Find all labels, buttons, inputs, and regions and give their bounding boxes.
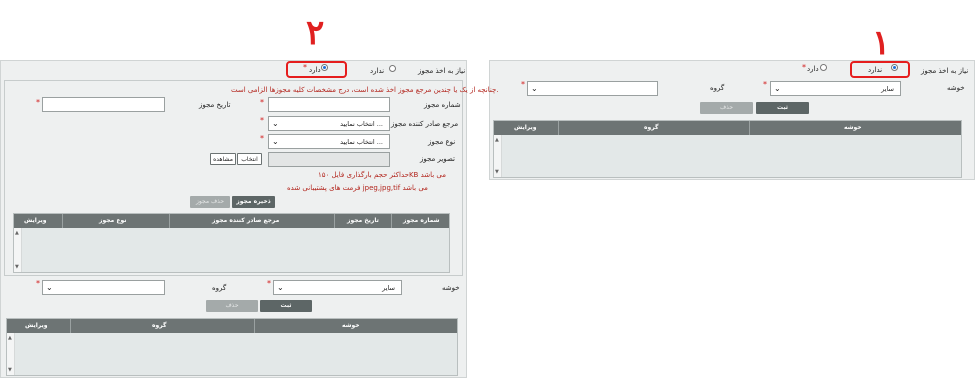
grid-scrollbar[interactable]: ▲ ▼ <box>494 135 502 177</box>
chevron-down-icon: ⌄ <box>272 137 279 146</box>
scroll-down-icon[interactable]: ▼ <box>15 264 19 270</box>
cluster-label: خوشه <box>442 284 460 292</box>
grid-header: خوشه گروه ویرایش <box>7 319 457 333</box>
delete-license-button[interactable]: حذف مجوز <box>190 196 230 208</box>
delete-button[interactable]: حذف <box>206 300 258 312</box>
radio-yes-label: دارد <box>807 65 819 73</box>
group-select[interactable]: ⌄ <box>527 81 658 96</box>
required-star: * <box>36 98 40 107</box>
license-image-path <box>268 152 390 167</box>
delete-button[interactable]: حذف <box>700 102 753 114</box>
grid-header-license-type: نوع مجوز <box>99 217 127 224</box>
cluster-select[interactable]: سایر ⌄ <box>770 81 901 96</box>
grid-header-edit: ویرایش <box>24 217 47 224</box>
group-select[interactable]: ⌄ <box>42 280 165 295</box>
chevron-down-icon: ⌄ <box>277 283 284 292</box>
required-star: * <box>802 63 806 72</box>
chevron-down-icon: ⌄ <box>272 119 279 128</box>
license-note-text: چنانچه از یک یا چندین مرجع مجوز اخذ شده … <box>231 86 499 94</box>
grid-header-cluster: خوشه <box>844 124 862 131</box>
grid-header-group: گروه <box>644 124 659 131</box>
radio-no-label: ندارد <box>370 67 385 75</box>
scroll-up-icon[interactable]: ▲ <box>15 230 19 236</box>
grid-header-license-date: تاریخ مجوز <box>347 217 379 224</box>
radio-has-license[interactable] <box>820 64 827 71</box>
license-question-label: نیاز به اخذ مجوز <box>921 67 969 75</box>
license-type-select[interactable]: انتخاب نمایید ... ⌄ <box>268 134 390 149</box>
grid-header-issuer: مرجع صادر کننده مجوز <box>212 217 280 224</box>
license-type-label: نوع مجوز <box>428 138 456 146</box>
cluster-select-value: سایر <box>881 85 894 93</box>
radio-no-label: ندارد <box>868 66 883 74</box>
grid-header-group: گروه <box>152 322 167 329</box>
license-number-label: شماره مجوز <box>424 101 461 109</box>
chevron-down-icon: ⌄ <box>774 84 781 93</box>
group-label: گروه <box>710 84 725 92</box>
cluster-select[interactable]: سایر ⌄ <box>273 280 402 295</box>
cluster-group-grid: خوشه گروه ویرایش ▲ ▼ <box>6 318 458 376</box>
issuer-select-value: انتخاب نمایید ... <box>340 120 383 128</box>
radio-has-license[interactable] <box>321 64 328 71</box>
license-type-select-value: انتخاب نمایید ... <box>340 138 383 146</box>
required-star: * <box>303 63 307 72</box>
scroll-up-icon[interactable]: ▲ <box>495 137 499 143</box>
required-star: * <box>763 80 767 89</box>
cluster-select-value: سایر <box>382 284 395 292</box>
grid-scrollbar[interactable]: ▲ ▼ <box>7 333 15 375</box>
grid-header-edit: ویرایش <box>25 322 48 329</box>
formats-note: فرمت های پشتیبانی شده jpeg,jpg,tif می با… <box>287 184 428 192</box>
license-date-label: تاریخ مجوز <box>199 101 231 109</box>
scroll-up-icon[interactable]: ▲ <box>8 335 12 341</box>
radio-yes-label: دارد <box>309 66 321 74</box>
license-image-label: تصویر مجوز <box>420 155 455 163</box>
scroll-down-icon[interactable]: ▼ <box>8 367 12 373</box>
register-button[interactable]: ثبت <box>260 300 312 312</box>
required-star: * <box>267 279 271 288</box>
required-star: * <box>521 80 525 89</box>
grid-header: خوشه گروه ویرایش <box>494 121 961 135</box>
chevron-down-icon: ⌄ <box>531 84 538 93</box>
grid-header-edit: ویرایش <box>514 124 537 131</box>
required-star: * <box>36 279 40 288</box>
license-number-input[interactable] <box>268 97 390 112</box>
grid-header-license-number: شماره مجوز <box>403 217 440 224</box>
view-file-button[interactable]: مشاهده <box>210 153 236 165</box>
annotation-number-2: ٢ <box>306 13 325 53</box>
max-size-note: حداکثر حجم بارگذاری فایل ۱۵۰KB می باشد <box>318 171 447 179</box>
register-button[interactable]: ثبت <box>756 102 809 114</box>
annotation-number-1: ١ <box>872 23 891 63</box>
radio-no-license[interactable] <box>891 64 898 71</box>
license-grid: شماره مجوز تاریخ مجوز مرجع صادر کننده مج… <box>13 213 450 273</box>
issuer-select[interactable]: انتخاب نمایید ... ⌄ <box>268 116 390 131</box>
required-star: * <box>260 116 264 125</box>
group-label: گروه <box>212 284 227 292</box>
save-license-button[interactable]: ذخیره مجوز <box>232 196 275 208</box>
choose-file-button[interactable]: انتخاب <box>237 153 262 165</box>
scroll-down-icon[interactable]: ▼ <box>495 169 499 175</box>
cluster-group-grid: خوشه گروه ویرایش ▲ ▼ <box>493 120 962 178</box>
license-grid-header: شماره مجوز تاریخ مجوز مرجع صادر کننده مج… <box>14 214 449 228</box>
grid-header-cluster: خوشه <box>342 322 360 329</box>
required-star: * <box>260 134 264 143</box>
license-question-label: نیاز به اخذ مجوز <box>418 67 466 75</box>
chevron-down-icon: ⌄ <box>46 283 53 292</box>
radio-no-license[interactable] <box>389 65 396 72</box>
required-star: * <box>260 98 264 107</box>
cluster-label: خوشه <box>947 84 965 92</box>
issuer-label: مرجع صادر کننده مجوز <box>391 120 459 128</box>
grid-scrollbar[interactable]: ▲ ▼ <box>14 228 22 272</box>
license-date-input[interactable] <box>42 97 165 112</box>
